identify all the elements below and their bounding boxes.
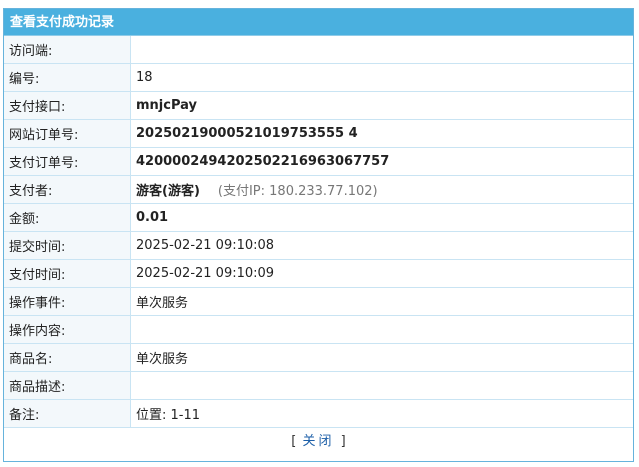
label-operation-content: 操作内容: <box>4 315 131 344</box>
label-product-description: 商品描述: <box>4 371 131 400</box>
value-payer: 游客(游客) <box>136 184 200 199</box>
value-remark: 位置: 1-11 <box>130 399 633 428</box>
row-operation-content: 操作内容: <box>4 315 633 344</box>
value-client <box>130 36 633 64</box>
label-payer: 支付者: <box>4 175 131 204</box>
payer-ip-note: (支付IP: 180.233.77.102) <box>217 184 378 199</box>
label-remark: 备注: <box>4 399 131 428</box>
row-payer: 支付者: 游客(游客) (支付IP: 180.233.77.102) <box>4 175 633 204</box>
row-payment-order-number: 支付订单号: 4200002494202502216963067757 <box>4 147 633 176</box>
close-open-bracket: [ <box>291 434 297 449</box>
value-product-description <box>130 371 633 400</box>
value-operation-content <box>130 315 633 344</box>
label-id: 编号: <box>4 63 131 92</box>
label-product-name: 商品名: <box>4 343 131 372</box>
value-payment-time: 2025-02-21 09:10:09 <box>130 259 633 288</box>
value-site-order-number: 20250219000521019753555 4 <box>130 119 633 148</box>
label-site-order-number: 网站订单号: <box>4 119 131 148</box>
label-payment-interface: 支付接口: <box>4 91 131 120</box>
label-submit-time: 提交时间: <box>4 231 131 260</box>
row-client: 访问端: <box>4 36 633 64</box>
value-operation-event: 单次服务 <box>130 287 633 316</box>
record-details-table: 访问端: 编号: 18 支付接口: mnjcPay 网站订单号: 2025021… <box>4 36 633 428</box>
row-product-description: 商品描述: <box>4 371 633 400</box>
row-submit-time: 提交时间: 2025-02-21 09:10:08 <box>4 231 633 260</box>
value-product-name: 单次服务 <box>130 343 633 372</box>
close-link[interactable]: 关闭 <box>302 434 334 449</box>
value-payment-interface: mnjcPay <box>130 91 633 120</box>
row-amount: 金额: 0.01 <box>4 203 633 232</box>
label-operation-event: 操作事件: <box>4 287 131 316</box>
label-payment-time: 支付时间: <box>4 259 131 288</box>
value-amount: 0.01 <box>130 203 633 232</box>
value-payer-cell: 游客(游客) (支付IP: 180.233.77.102) <box>130 175 633 204</box>
label-amount: 金额: <box>4 203 131 232</box>
close-close-bracket: ] <box>340 434 346 449</box>
row-id: 编号: 18 <box>4 63 633 92</box>
panel-title: 查看支付成功记录 <box>4 9 633 36</box>
value-id: 18 <box>130 63 633 92</box>
value-submit-time: 2025-02-21 09:10:08 <box>130 231 633 260</box>
row-remark: 备注: 位置: 1-11 <box>4 399 633 428</box>
value-payment-order-number: 4200002494202502216963067757 <box>130 147 633 176</box>
label-payment-order-number: 支付订单号: <box>4 147 131 176</box>
row-product-name: 商品名: 单次服务 <box>4 343 633 372</box>
row-payment-time: 支付时间: 2025-02-21 09:10:09 <box>4 259 633 288</box>
row-site-order-number: 网站订单号: 20250219000521019753555 4 <box>4 119 633 148</box>
panel-footer: [ 关闭 ] <box>4 428 633 456</box>
label-client: 访问端: <box>4 36 131 64</box>
payment-record-panel: 查看支付成功记录 访问端: 编号: 18 支付接口: mnjcPay 网站订单号… <box>3 8 634 462</box>
row-operation-event: 操作事件: 单次服务 <box>4 287 633 316</box>
row-payment-interface: 支付接口: mnjcPay <box>4 91 633 120</box>
